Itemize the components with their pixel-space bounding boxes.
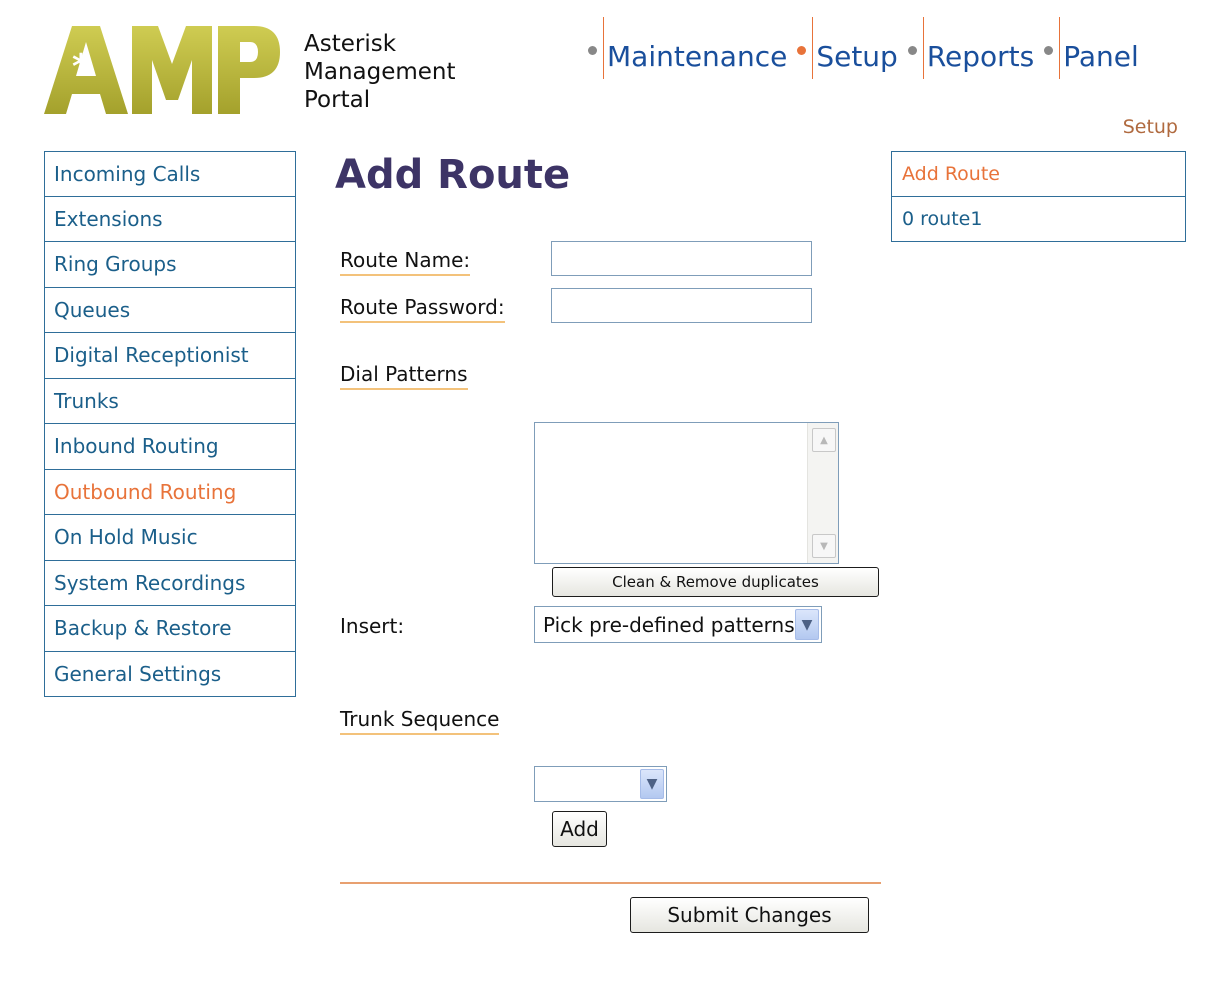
insert-pattern-select-value: Pick pre-defined patterns bbox=[543, 612, 795, 637]
bullet-icon bbox=[588, 45, 597, 55]
scroll-up-icon[interactable]: ▲ bbox=[812, 428, 836, 452]
sidebar-item-outbound-routing[interactable]: Outbound Routing bbox=[44, 469, 296, 515]
bullet-icon bbox=[1044, 45, 1054, 55]
insert-label: Insert: bbox=[340, 614, 405, 638]
route-name-input[interactable] bbox=[551, 241, 812, 276]
submit-changes-button[interactable]: Submit Changes bbox=[630, 897, 869, 933]
logo-text-line: Portal bbox=[304, 87, 371, 113]
sidebar-item-backup-restore[interactable]: Backup & Restore bbox=[44, 606, 296, 652]
sidebar-item-extensions[interactable]: Extensions bbox=[44, 196, 296, 242]
sidebar-item-inbound-routing[interactable]: Inbound Routing bbox=[44, 424, 296, 470]
sidebar-item-digital-receptionist[interactable]: Digital Receptionist bbox=[44, 333, 296, 379]
trunk-select[interactable]: ▼ bbox=[534, 766, 667, 802]
clean-remove-duplicates-button[interactable]: Clean & Remove duplicates bbox=[552, 567, 879, 597]
route-list: Add Route 0 route1 bbox=[891, 151, 1186, 242]
chevron-down-icon[interactable]: ▼ bbox=[795, 609, 819, 640]
nav-link-reports[interactable]: Reports bbox=[922, 17, 1044, 79]
trunk-sequence-label: Trunk Sequence bbox=[340, 707, 500, 735]
page-title: Add Route bbox=[335, 152, 571, 198]
nav-link-setup[interactable]: Setup bbox=[812, 17, 908, 79]
sidebar-item-general-settings[interactable]: General Settings bbox=[44, 651, 296, 697]
insert-pattern-select[interactable]: Pick pre-defined patterns ▼ bbox=[534, 606, 822, 643]
sidebar-item-queues[interactable]: Queues bbox=[44, 287, 296, 333]
nav-item-panel: Panel bbox=[1044, 8, 1139, 79]
divider bbox=[340, 882, 881, 884]
sidebar-item-incoming-calls[interactable]: Incoming Calls bbox=[44, 151, 296, 197]
nav-item-maintenance: Maintenance bbox=[588, 8, 797, 79]
chevron-down-icon[interactable]: ▼ bbox=[640, 769, 664, 799]
svg-text:*: * bbox=[72, 47, 90, 87]
logo-text-line: Asterisk bbox=[304, 31, 397, 57]
nav-item-setup: Setup bbox=[797, 8, 908, 79]
nav-link-panel[interactable]: Panel bbox=[1059, 17, 1139, 79]
logo-text: Asterisk Management Portal bbox=[304, 30, 456, 114]
nav-item-reports: Reports bbox=[907, 8, 1044, 79]
dial-patterns-label: Dial Patterns bbox=[340, 362, 468, 390]
route-name-label: Route Name: bbox=[340, 248, 471, 276]
sidebar-item-trunks[interactable]: Trunks bbox=[44, 378, 296, 424]
top-nav: Maintenance Setup Reports Panel bbox=[588, 8, 1139, 79]
logo-text-line: Management bbox=[304, 59, 456, 85]
breadcrumb: Setup bbox=[1122, 116, 1178, 138]
bullet-icon bbox=[797, 45, 807, 55]
route-list-item-add-route[interactable]: Add Route bbox=[891, 151, 1186, 197]
bullet-icon bbox=[907, 45, 917, 55]
dial-patterns-textarea[interactable]: ▲ ▼ bbox=[534, 422, 839, 564]
textarea-scrollbar[interactable]: ▲ ▼ bbox=[807, 423, 838, 563]
route-password-input[interactable] bbox=[551, 288, 812, 323]
add-trunk-button[interactable]: Add bbox=[552, 811, 607, 847]
route-list-item-route1[interactable]: 0 route1 bbox=[891, 196, 1186, 242]
scroll-down-icon[interactable]: ▼ bbox=[812, 534, 836, 558]
route-password-label: Route Password: bbox=[340, 295, 505, 323]
sidebar: Incoming Calls Extensions Ring Groups Qu… bbox=[44, 151, 296, 697]
sidebar-item-ring-groups[interactable]: Ring Groups bbox=[44, 242, 296, 288]
sidebar-item-system-recordings[interactable]: System Recordings bbox=[44, 560, 296, 606]
amp-logo: * bbox=[42, 20, 282, 120]
sidebar-item-on-hold-music[interactable]: On Hold Music bbox=[44, 515, 296, 561]
nav-link-maintenance[interactable]: Maintenance bbox=[603, 17, 797, 79]
